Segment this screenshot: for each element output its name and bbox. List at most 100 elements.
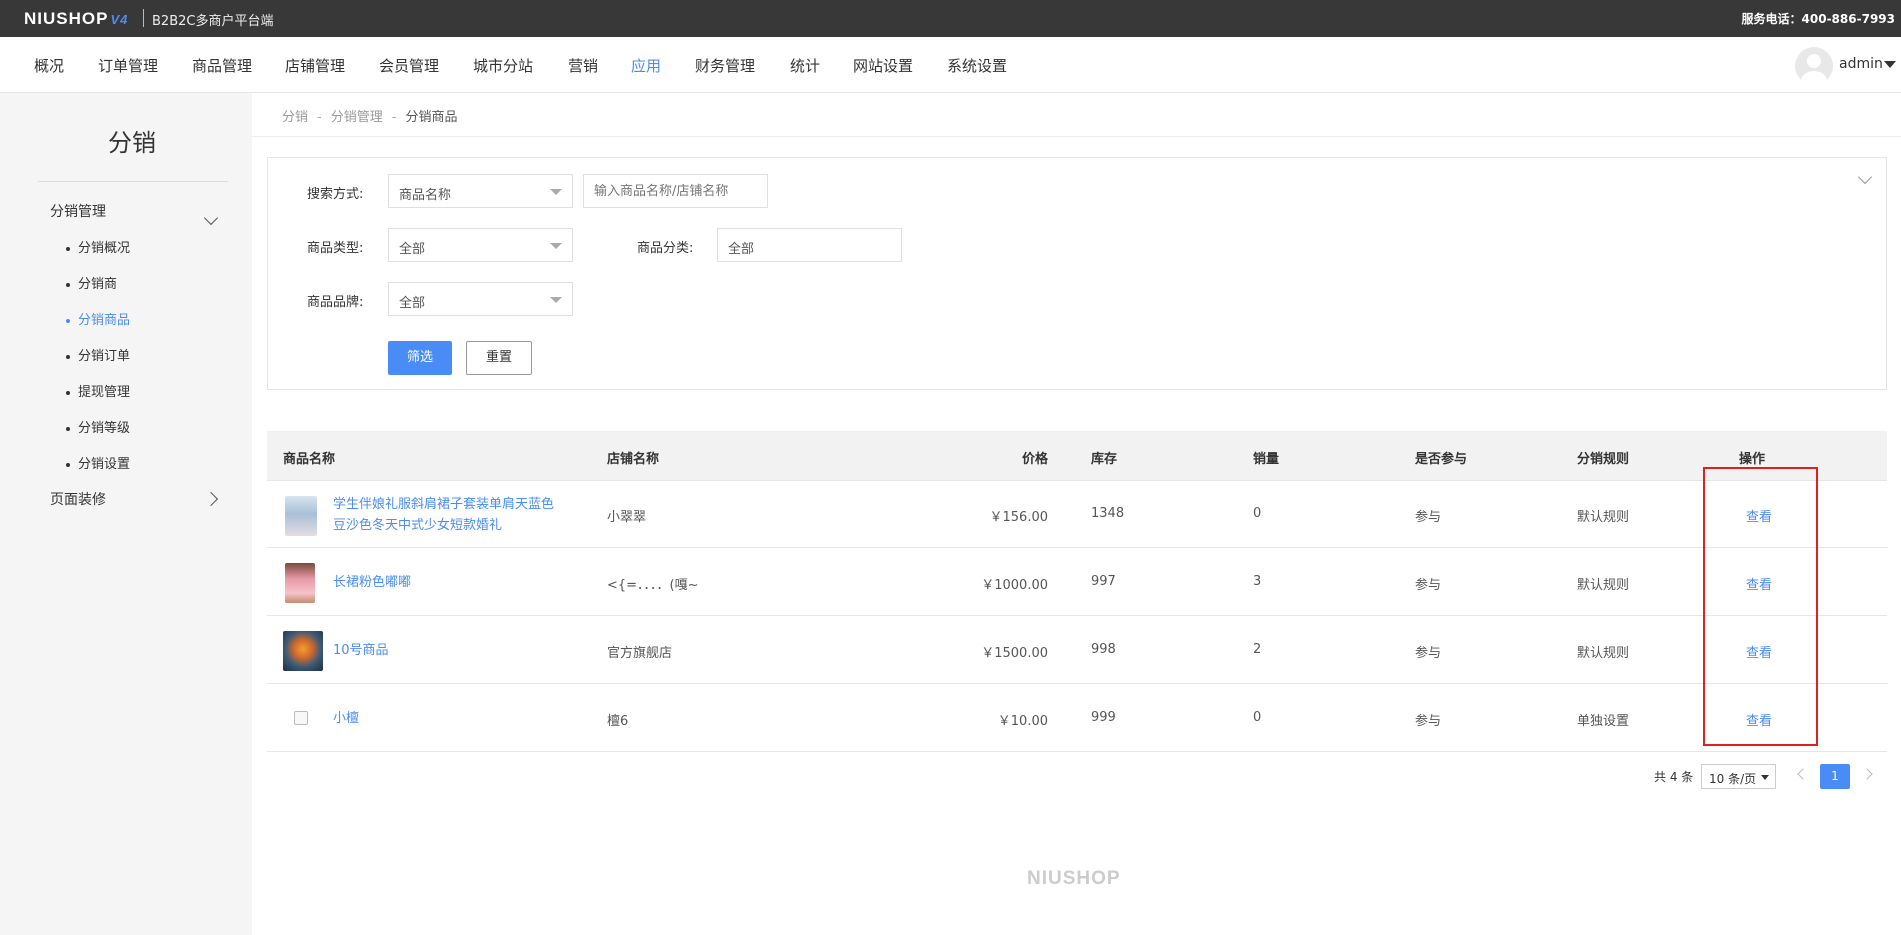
bullet-icon [66,390,70,395]
nav-item-finance[interactable]: 财务管理 [695,55,755,76]
table-row: 10号商品 官方旗舰店 ￥1500.00 998 2 参与 默认规则 查看 [267,617,1887,684]
goods-category-label: 商品分类: [637,241,694,256]
goods-thumbnail[interactable] [283,631,323,671]
sidebar-item-label: 分销设置 [78,457,131,472]
footer-logo: NIUSHOP [1027,868,1121,889]
caret-down-icon [550,297,562,303]
sidebar-item-withdraw[interactable]: 提现管理 [66,381,130,400]
goods-name-link[interactable]: 长裙粉色嘟嘟 [333,572,411,593]
nav-item-overview[interactable]: 概况 [34,55,64,76]
nav-item-shops[interactable]: 店铺管理 [285,55,345,76]
goods-name-line: 豆沙色冬天中式少女短款婚礼 [333,518,503,533]
avatar[interactable] [1795,47,1833,85]
col-price: 价格 [1021,452,1048,467]
nav-item-goods[interactable]: 商品管理 [192,55,252,76]
goods-type-value: 全部 [399,242,426,257]
nav-item-orders[interactable]: 订单管理 [98,55,158,76]
col-sales: 销量 [1253,452,1280,467]
chevron-left-icon[interactable] [1797,768,1809,780]
sidebar-item-label: 分销等级 [78,421,131,436]
breadcrumb-item[interactable]: 分销 [282,110,308,125]
nav-item-site-settings[interactable]: 网站设置 [853,55,913,76]
sidebar-item-orders[interactable]: 分销订单 [66,345,130,364]
sidebar-item-distributors[interactable]: 分销商 [66,273,117,292]
nav-item-stats[interactable]: 统计 [790,55,820,76]
chevron-right-icon[interactable] [203,491,219,507]
goods-thumbnail[interactable] [285,563,315,603]
participate: 参与 [1415,646,1442,661]
goods-name-line: 学生伴娘礼服斜肩裙子套装单肩天蓝色 [333,497,555,512]
col-shop-name: 店铺名称 [607,452,660,467]
sidebar-item-label: 分销订单 [78,349,131,364]
breadcrumb-separator: - [317,110,322,125]
page-number[interactable]: 1 [1820,764,1850,789]
sidebar-item-label: 提现管理 [78,385,131,400]
sidebar-divider [38,181,228,182]
search-input[interactable] [583,174,768,208]
logo-text: NIUSHOP [24,9,109,28]
goods-category-select[interactable]: 全部 [717,228,902,262]
participate: 参与 [1415,714,1442,729]
bullet-icon [66,462,70,467]
bullet-icon [66,426,70,431]
chevron-down-icon[interactable] [203,210,219,226]
breadcrumb: 分销 - 分销管理 - 分销商品 [282,106,457,125]
goods-name-link[interactable]: 小檀 [333,708,359,729]
goods-name-link[interactable]: 学生伴娘礼服斜肩裙子套装单肩天蓝色 豆沙色冬天中式少女短款婚礼 [333,494,554,536]
sidebar-item-goods[interactable]: 分销商品 [66,309,130,328]
sales: 0 [1253,506,1262,521]
col-stock: 库存 [1091,452,1118,467]
nav-item-system-settings[interactable]: 系统设置 [947,55,1007,76]
table-row: 学生伴娘礼服斜肩裙子套装单肩天蓝色 豆沙色冬天中式少女短款婚礼 小翠翠 ￥156.… [267,481,1887,548]
logo-divider [143,9,144,27]
nav-item-marketing[interactable]: 营销 [568,55,598,76]
chevron-right-icon[interactable] [1861,768,1873,780]
participate: 参与 [1415,510,1442,525]
page-size-select[interactable]: 10 条/页 [1701,764,1776,789]
goods-category-value: 全部 [728,242,755,257]
search-mode-label: 搜索方式: [307,187,364,202]
goods-type-label: 商品类型: [307,241,364,256]
col-goods-name: 商品名称 [283,452,336,467]
user-name[interactable]: admin [1839,56,1883,72]
nav-item-members[interactable]: 会员管理 [379,55,439,76]
broken-image-icon[interactable] [294,711,308,725]
sidebar-item-label: 分销商 [78,277,118,292]
sidebar-group-decoration[interactable]: 页面装修 [50,489,106,509]
goods-thumbnail[interactable] [285,496,317,536]
nav-item-apps[interactable]: 应用 [631,55,661,76]
shop-name: 官方旗舰店 [607,646,673,661]
chevron-down-icon[interactable] [1884,61,1896,68]
goods-name-link[interactable]: 10号商品 [333,640,389,661]
sidebar-item-label: 分销商品 [78,313,131,328]
page-size-value: 10 条/页 [1709,772,1757,786]
goods-brand-select[interactable]: 全部 [388,282,573,316]
shop-name: <{=．．．．(嘎~ [607,578,699,593]
bullet-icon [66,246,70,251]
goods-type-select[interactable]: 全部 [388,228,573,262]
top-bar: NIUSHOP V4 B2B2C多商户平台端 服务电话：400-886-7993 [0,0,1901,37]
search-mode-select[interactable]: 商品名称 [388,174,573,208]
breadcrumb-separator: - [391,110,397,125]
rule: 默认规则 [1577,510,1630,525]
niushop-logo[interactable]: NIUSHOP V4 [24,9,128,29]
price: ￥1000.00 [981,578,1048,593]
logo-version: V4 [110,12,129,27]
price: ￥10.00 [997,714,1048,729]
reset-button[interactable]: 重置 [466,341,532,375]
rule: 单独设置 [1577,714,1630,729]
search-mode-value: 商品名称 [399,188,452,203]
price: ￥1500.00 [981,646,1048,661]
rule: 默认规则 [1577,646,1630,661]
sidebar-item-levels[interactable]: 分销等级 [66,417,130,436]
breadcrumb-item[interactable]: 分销管理 [331,110,383,125]
sidebar-item-settings[interactable]: 分销设置 [66,453,130,472]
caret-down-icon [1761,775,1769,780]
caret-down-icon [550,189,562,195]
sidebar-item-label: 分销概况 [78,241,131,256]
sidebar-group-distribution[interactable]: 分销管理 [50,201,106,221]
sidebar-item-overview[interactable]: 分销概况 [66,237,130,256]
filter-button[interactable]: 筛选 [388,341,452,375]
sidebar-title: 分销 [108,129,156,157]
nav-item-city[interactable]: 城市分站 [473,55,533,76]
